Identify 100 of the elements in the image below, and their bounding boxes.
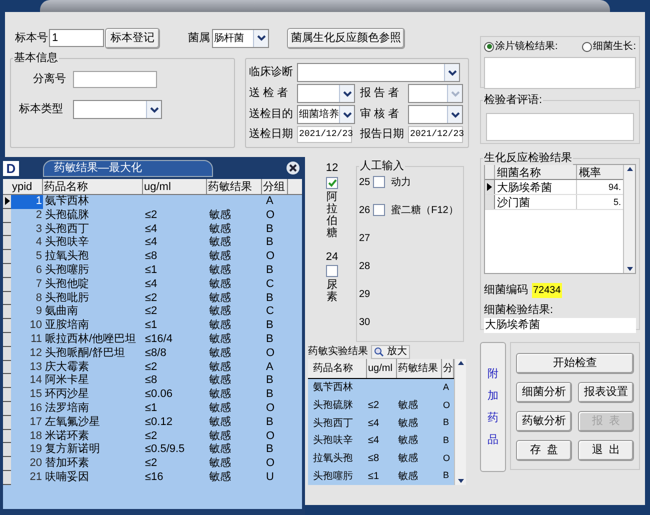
action-button[interactable]: 菌属生化反应颜色参照 (287, 28, 405, 48)
specimen-field[interactable]: 1 (49, 29, 104, 47)
checkbox[interactable] (373, 176, 386, 188)
table-cell-text: 13 (28, 360, 43, 374)
column-header[interactable]: 药品名称 (43, 179, 143, 194)
table-cell-text: 替加环素 (44, 457, 90, 470)
table-cell-text: 敏感 (397, 470, 419, 484)
field-label: 标本类型 (19, 102, 64, 118)
column-header[interactable]: 药敏结果 (207, 179, 262, 194)
table-title: 药敏实验结果 (308, 344, 368, 359)
dropdown-caret-icon[interactable] (447, 106, 462, 123)
table-cell-text: 法罗培南 (44, 402, 90, 416)
checkbox[interactable] (326, 265, 338, 278)
table-cell-text: ≤1 (144, 319, 158, 333)
dropdown-field[interactable]: 肠杆菌 (212, 28, 269, 48)
dropdown-field[interactable] (408, 105, 463, 124)
table-cell-text: ≤2 (367, 399, 380, 413)
table-cell-text: 敏感 (208, 346, 232, 361)
table-cell-text: 米诺环素 (44, 430, 90, 442)
column-header[interactable]: ug/ml (367, 359, 397, 378)
column-header[interactable]: 分组 (262, 179, 288, 194)
item-number: 29 (359, 288, 370, 302)
down-arrow-icon[interactable] (456, 477, 464, 485)
date-field[interactable]: 2021/12/23 (408, 126, 463, 143)
action-button[interactable]: 退 出 (578, 440, 634, 461)
column-header[interactable]: 药品名称 (312, 359, 367, 378)
table-cell-text: 94. (607, 181, 622, 194)
zoom-button[interactable]: 放大 (371, 344, 410, 358)
radio-button[interactable] (582, 42, 592, 52)
down-arrow-icon[interactable] (626, 265, 634, 273)
table-cell-text: 5. (612, 196, 622, 209)
table-cell-text: A (442, 381, 450, 394)
field-label: 送检目的 (249, 107, 294, 122)
table-cell-text: 头孢哌酮/舒巴坦 (44, 346, 126, 360)
column-header[interactable]: 细菌名称 (495, 165, 577, 179)
table-cell-text: 拉氧头孢 (44, 250, 90, 264)
dropdown-caret-icon[interactable] (339, 85, 354, 102)
table-cell-text: 21 (28, 470, 43, 485)
table-cell: 大肠埃希菌 (495, 180, 577, 194)
table-cell-text: ≤1 (367, 470, 380, 484)
dropdown-caret-icon[interactable] (253, 30, 268, 46)
table-cell-text: O (265, 430, 276, 444)
table-cell-text: 14 (28, 374, 43, 388)
table-cell-text: 敏感 (208, 292, 232, 305)
dropdown-caret-icon[interactable] (339, 106, 354, 123)
table-cell-text: ≤4 (144, 222, 158, 236)
table-cell-text: 2 (34, 208, 43, 223)
checkbox-label: 阿拉伯糖 (326, 190, 338, 239)
group-title: 人工输入 (359, 159, 405, 173)
row-selector[interactable] (485, 180, 495, 194)
dropdown-caret-icon[interactable] (444, 64, 459, 81)
table-cell-text: 敏感 (208, 416, 232, 430)
magnifier-icon (374, 346, 384, 356)
scrollbar[interactable] (623, 165, 635, 273)
table-cell-text: 亚胺培南 (44, 319, 90, 333)
up-arrow-icon[interactable] (626, 165, 634, 173)
table-cell-text: 头孢呋辛 (312, 434, 354, 448)
table-cell-text: 头孢西丁 (312, 416, 354, 431)
smear-result-field[interactable] (484, 57, 636, 89)
field-label: 分离号 (33, 72, 67, 88)
table-cell-text: O (442, 398, 452, 412)
field-label: 菌属 (188, 30, 211, 46)
close-icon[interactable] (286, 161, 300, 175)
dropdown-caret-icon[interactable] (146, 101, 161, 118)
column-header[interactable]: ug/ml (143, 179, 207, 194)
result-field[interactable]: 大肠埃希菌 (484, 318, 636, 333)
column-header[interactable]: 药敏结果 (397, 359, 442, 378)
dropdown-field[interactable] (297, 63, 460, 82)
comment-field[interactable] (486, 113, 634, 141)
scrollbar[interactable] (454, 359, 466, 485)
checkbox[interactable] (373, 204, 386, 216)
group-title: 生化反应检验结果 (483, 151, 573, 165)
checkbox[interactable] (326, 176, 338, 188)
action-button[interactable]: 细菌分析 (516, 382, 572, 403)
column-header[interactable]: 概率 (577, 165, 623, 179)
table-cell-text: O (265, 346, 276, 361)
table-cell-text: ≤8/8 (144, 346, 168, 361)
extra-drugs-button[interactable]: 附加药品 (480, 342, 506, 472)
radio-button[interactable] (484, 42, 494, 52)
column-header[interactable]: ypid (11, 179, 43, 194)
date-field[interactable]: 2021/12/23 (297, 126, 352, 143)
dropdown-field[interactable] (73, 100, 162, 119)
action-button[interactable]: 报表设置 (578, 382, 634, 403)
up-arrow-icon[interactable] (456, 359, 464, 367)
dropdown-field[interactable] (297, 84, 355, 103)
table-cell-text: 头孢他啶 (44, 278, 90, 292)
table-cell-text: ≤8 (144, 374, 158, 388)
table-cell-text: ≤2 (144, 360, 158, 374)
table-cell-text: O (265, 457, 276, 471)
action-button[interactable]: 药敏分析 (516, 411, 572, 432)
action-button[interactable]: 标本登记 (105, 28, 160, 48)
dropdown-field[interactable]: 细菌培养 (297, 105, 355, 124)
isolate-field[interactable] (73, 71, 157, 88)
dropdown-field[interactable] (408, 84, 463, 103)
table-cell: 沙门菌 (495, 195, 577, 209)
row-selector[interactable] (3, 195, 11, 209)
table-cell-text: ≤8 (367, 452, 380, 466)
table-cell-text: 敏感 (208, 360, 232, 374)
action-button[interactable]: 存 盘 (516, 440, 572, 461)
action-button[interactable]: 开始检查 (516, 353, 634, 374)
